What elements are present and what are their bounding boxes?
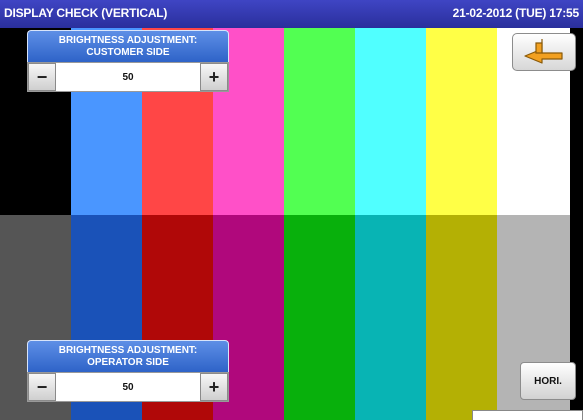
customer-brightness-value: 50 [56,63,200,91]
return-arrow-icon [524,39,563,64]
customer-brightness-plus-button[interactable]: + [200,63,228,91]
customer-brightness-controls: − 50 + [27,62,229,92]
color-bar-top [426,28,497,215]
customer-brightness-panel: BRIGHTNESS ADJUSTMENT: CUSTOMER SIDE − 5… [27,30,229,92]
back-button[interactable] [512,33,576,71]
title-bar: DISPLAY CHECK (VERTICAL) 21-02-2012 (TUE… [0,0,583,28]
operator-brightness-minus-button[interactable]: − [28,373,56,401]
customer-brightness-title-line2: CUSTOMER SIDE [86,46,170,58]
operator-brightness-controls: − 50 + [27,372,229,402]
corner-frame [472,410,583,420]
operator-brightness-panel: BRIGHTNESS ADJUSTMENT: OPERATOR SIDE − 5… [27,340,229,402]
color-bar-column [426,28,497,420]
display-check-screen: DISPLAY CHECK (VERTICAL) 21-02-2012 (TUE… [0,0,583,420]
operator-brightness-plus-button[interactable]: + [200,373,228,401]
datetime: 21-02-2012 (TUE) 17:55 [452,6,580,20]
color-bar-bottom [284,215,355,420]
customer-brightness-title: BRIGHTNESS ADJUSTMENT: CUSTOMER SIDE [27,30,229,62]
color-bar-top [355,28,426,215]
operator-brightness-title-line1: BRIGHTNESS ADJUSTMENT: [58,344,198,356]
operator-brightness-value: 50 [56,373,200,401]
horizontal-mode-button[interactable]: HORI. [520,362,576,400]
color-bar-top [284,28,355,215]
color-bar-bottom [355,215,426,420]
window-title: DISPLAY CHECK (VERTICAL) [4,6,168,20]
customer-brightness-minus-button[interactable]: − [28,63,56,91]
color-bar-column [284,28,355,420]
color-bar-column [355,28,426,420]
operator-brightness-title: BRIGHTNESS ADJUSTMENT: OPERATOR SIDE [27,340,229,372]
operator-brightness-title-line2: OPERATOR SIDE [87,356,169,368]
color-bar-bottom [426,215,497,420]
customer-brightness-title-line1: BRIGHTNESS ADJUSTMENT: [58,34,198,46]
